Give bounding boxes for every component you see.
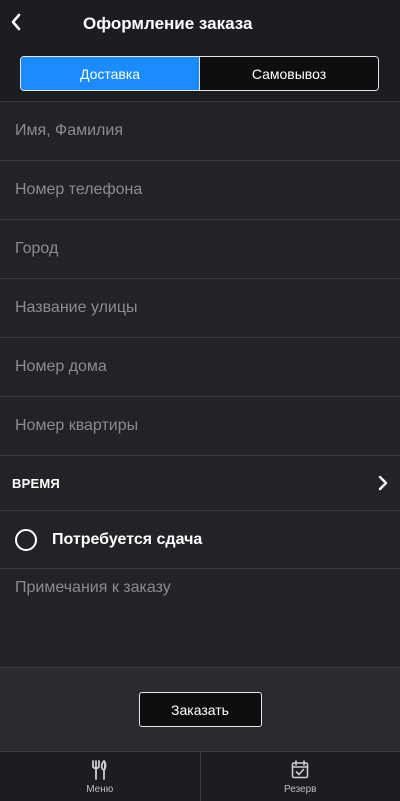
- tab-reserve-label: Резерв: [284, 783, 317, 795]
- delivery-toggle: Доставка Самовывоз: [20, 56, 379, 91]
- order-area: Заказать: [0, 667, 400, 751]
- street-row: [0, 279, 400, 338]
- city-input[interactable]: [15, 240, 375, 258]
- tab-menu-label: Меню: [86, 783, 114, 795]
- fork-knife-icon: [91, 759, 109, 781]
- time-selector[interactable]: ВРЕМЯ: [0, 456, 400, 511]
- order-form: ВРЕМЯ Потребуется сдача: [0, 102, 400, 667]
- phone-row: [0, 161, 400, 220]
- change-option[interactable]: Потребуется сдача: [0, 511, 400, 569]
- tab-delivery[interactable]: Доставка: [21, 57, 199, 90]
- time-label: ВРЕМЯ: [12, 475, 60, 491]
- order-button[interactable]: Заказать: [138, 692, 262, 727]
- notes-row: [0, 569, 400, 667]
- calendar-check-icon: [291, 759, 309, 781]
- name-input[interactable]: [15, 122, 375, 140]
- tab-menu[interactable]: Меню: [0, 752, 200, 801]
- change-radio[interactable]: [15, 528, 37, 551]
- tab-reserve[interactable]: Резерв: [199, 752, 400, 801]
- tab-bar: Меню Резерв: [0, 751, 400, 801]
- chevron-left-icon: [11, 13, 21, 31]
- header: Оформление заказа Доставка Самовывоз: [0, 0, 400, 102]
- house-row: [0, 338, 400, 397]
- tab-pickup[interactable]: Самовывоз: [199, 57, 378, 90]
- apartment-input[interactable]: [15, 417, 375, 435]
- apartment-row: [0, 397, 400, 456]
- street-input[interactable]: [15, 299, 375, 317]
- notes-input[interactable]: [15, 579, 385, 657]
- chevron-right-icon: [378, 475, 388, 491]
- phone-input[interactable]: [15, 181, 375, 199]
- name-row: [0, 102, 400, 161]
- page-title: Оформление заказа: [83, 14, 253, 33]
- change-label: Потребуется сдача: [52, 530, 203, 548]
- city-row: [0, 220, 400, 279]
- back-button[interactable]: [6, 10, 26, 34]
- house-input[interactable]: [15, 358, 375, 376]
